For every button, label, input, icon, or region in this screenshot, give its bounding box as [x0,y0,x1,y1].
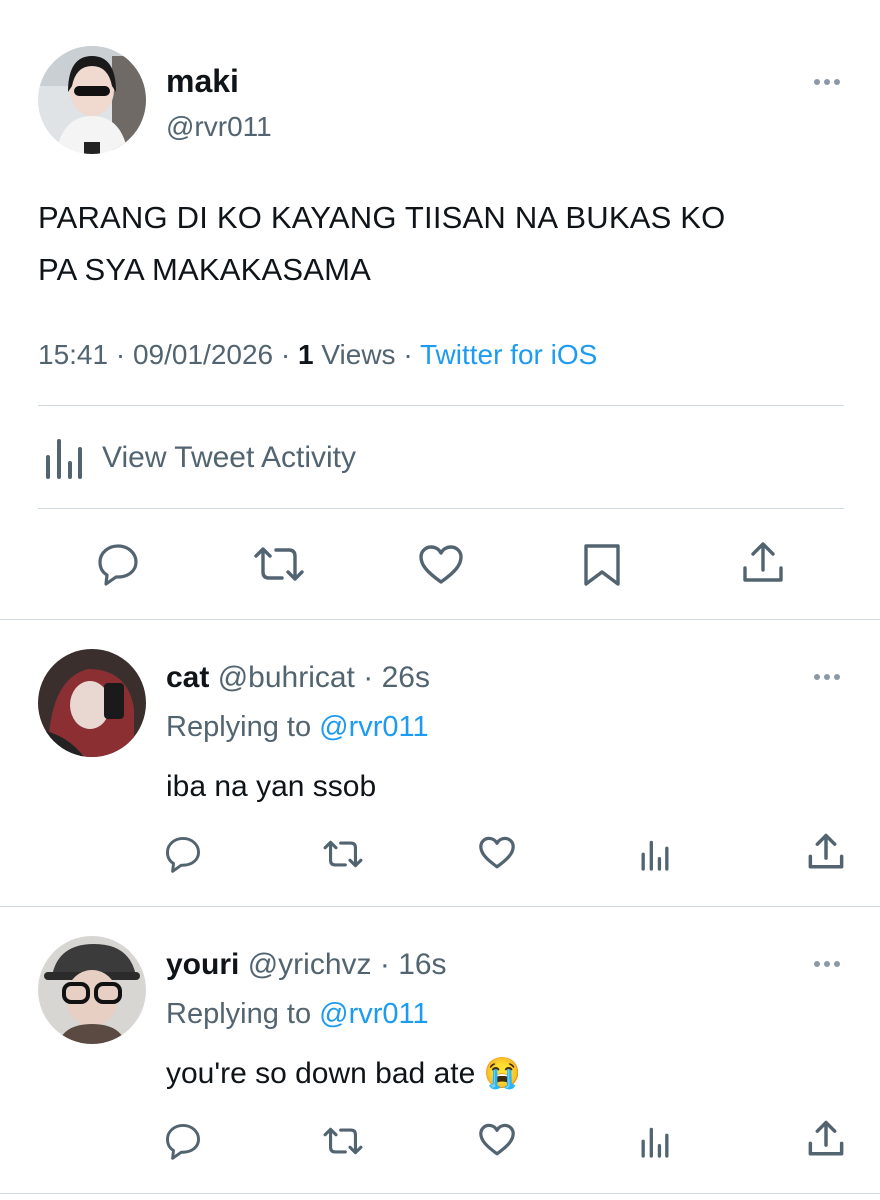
reply-icon[interactable] [96,542,140,586]
retweet-icon[interactable] [322,838,364,870]
replying-to-handle[interactable]: @rvr011 [319,711,429,743]
reply-header: youri @yrichvz · 16s [166,947,447,983]
author-avatar[interactable] [38,46,146,154]
meta-separator: · [280,339,291,370]
divider [38,508,844,509]
crying-face-emoji: 😭 [483,1057,521,1090]
tweet-text-line: PA SYA MAKAKASAMA [38,252,372,287]
meta-separator: · [363,661,374,694]
view-tweet-activity[interactable]: View Tweet Activity [38,432,356,484]
divider [0,1193,880,1194]
meta-separator: · [379,948,390,981]
like-icon[interactable] [478,836,516,870]
divider [0,619,880,620]
tweet-time[interactable]: 15:41 [38,339,108,370]
reply-handle[interactable]: @yrichvz [248,948,372,981]
meta-separator: · [403,339,413,370]
reply-more-options-icon[interactable] [814,674,840,680]
replying-to-label: Replying to [166,711,312,743]
reply-text: you're so down bad ate 😭 [166,1055,521,1093]
views-label: Views [321,339,396,370]
replying-to: Replying to @rvr011 [166,996,429,1032]
more-options-icon[interactable] [814,79,840,85]
divider [0,906,880,907]
retweet-icon[interactable] [252,544,306,584]
reply-text: iba na yan ssob [166,770,377,803]
share-icon[interactable] [806,832,846,872]
reply-header: cat @buhricat · 26s [166,660,430,696]
reply-more-options-icon[interactable] [814,961,840,967]
tweet-source-link[interactable]: Twitter for iOS [420,339,597,370]
reply-handle[interactable]: @buhricat [218,661,355,694]
like-icon[interactable] [478,1123,516,1157]
tweet-date[interactable]: 09/01/2026 [133,339,273,370]
tweet-meta: 15:41 · 09/01/2026 · 1 Views · Twitter f… [38,337,597,373]
views-count: 1 [298,339,314,370]
bookmark-icon[interactable] [582,542,622,588]
retweet-icon[interactable] [322,1125,364,1157]
reply-icon[interactable] [164,1122,202,1160]
analytics-icon [44,435,84,481]
analytics-icon[interactable] [640,1125,670,1159]
share-icon[interactable] [740,540,786,586]
replying-to-label: Replying to [166,998,312,1030]
view-tweet-activity-label: View Tweet Activity [102,441,357,474]
share-icon[interactable] [806,1119,846,1159]
reply-icon[interactable] [164,835,202,873]
tweet-text-line: PARANG DI KO KAYANG TIISAN NA BUKAS KO [38,200,726,235]
replying-to-handle[interactable]: @rvr011 [319,998,429,1030]
reply-avatar[interactable] [38,936,146,1044]
reply-avatar[interactable] [38,649,146,757]
reply-display-name[interactable]: youri [166,948,239,981]
author-display-name[interactable]: maki [166,62,239,100]
reply-display-name[interactable]: cat [166,661,209,694]
reply-timestamp[interactable]: 26s [382,661,430,694]
author-handle[interactable]: @rvr011 [166,110,272,144]
tweet-text: PARANG DI KO KAYANG TIISAN NA BUKAS KO P… [38,192,725,296]
reply-timestamp[interactable]: 16s [398,948,446,981]
like-icon[interactable] [418,544,464,586]
analytics-icon[interactable] [640,838,670,872]
meta-separator: · [115,339,126,370]
divider [38,405,844,406]
replying-to: Replying to @rvr011 [166,709,429,745]
reply-text-body: you're so down bad ate [166,1057,476,1090]
